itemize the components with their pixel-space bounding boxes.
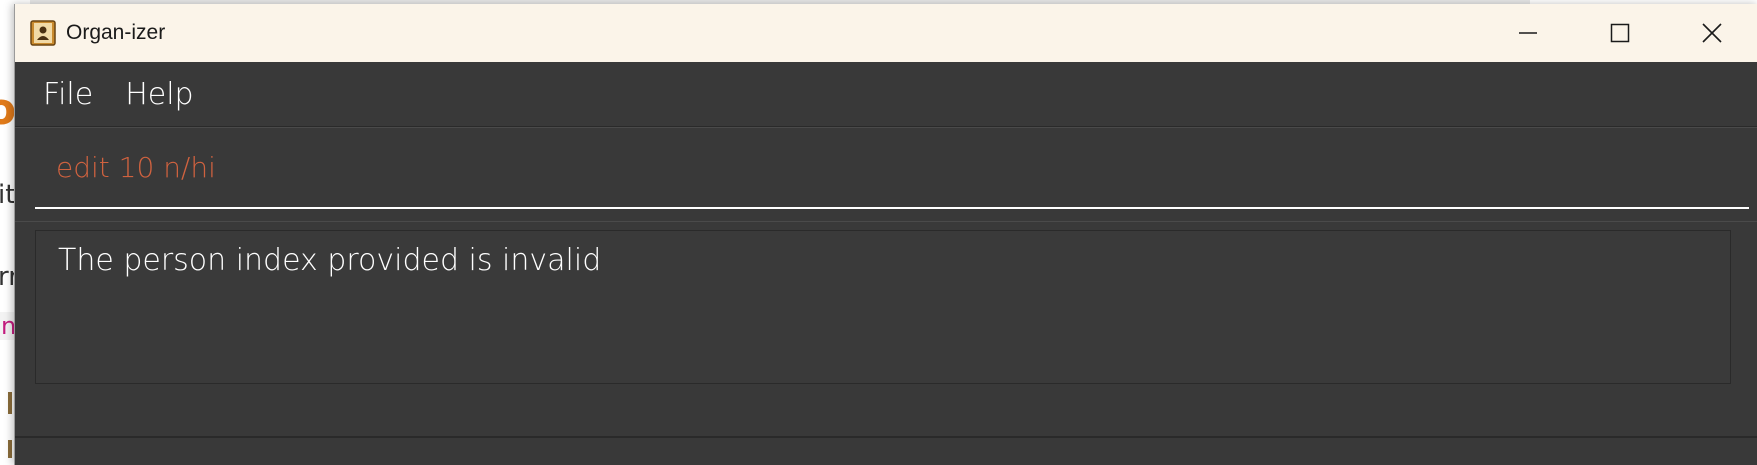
menu-file[interactable]: File: [27, 77, 109, 112]
background-bullet: [8, 392, 12, 414]
result-display-section: The person index provided is invalid: [15, 221, 1757, 398]
window-title: Organ-izer: [66, 21, 166, 44]
window-controls: [1482, 4, 1757, 62]
result-display[interactable]: The person index provided is invalid: [35, 230, 1731, 384]
background-bullet: [8, 440, 12, 458]
title-bar[interactable]: Organ-izer: [15, 4, 1757, 62]
command-text: edit 10 n/hi: [56, 151, 216, 184]
app-window: Organ-izer File Help edit 10 n/hi The pe…: [14, 4, 1757, 465]
minimize-icon: [1519, 32, 1537, 34]
command-input[interactable]: edit 10 n/hi: [35, 128, 1749, 209]
address-book-icon: [30, 20, 56, 46]
close-button[interactable]: [1666, 4, 1757, 62]
minimize-button[interactable]: [1482, 4, 1574, 62]
close-icon: [1702, 23, 1722, 43]
menu-bar: File Help: [15, 62, 1757, 127]
command-box-section: edit 10 n/hi: [15, 127, 1757, 222]
result-message: The person index provided is invalid: [58, 243, 602, 278]
menu-help[interactable]: Help: [109, 77, 209, 112]
maximize-button[interactable]: [1574, 4, 1666, 62]
maximize-icon: [1610, 23, 1630, 43]
